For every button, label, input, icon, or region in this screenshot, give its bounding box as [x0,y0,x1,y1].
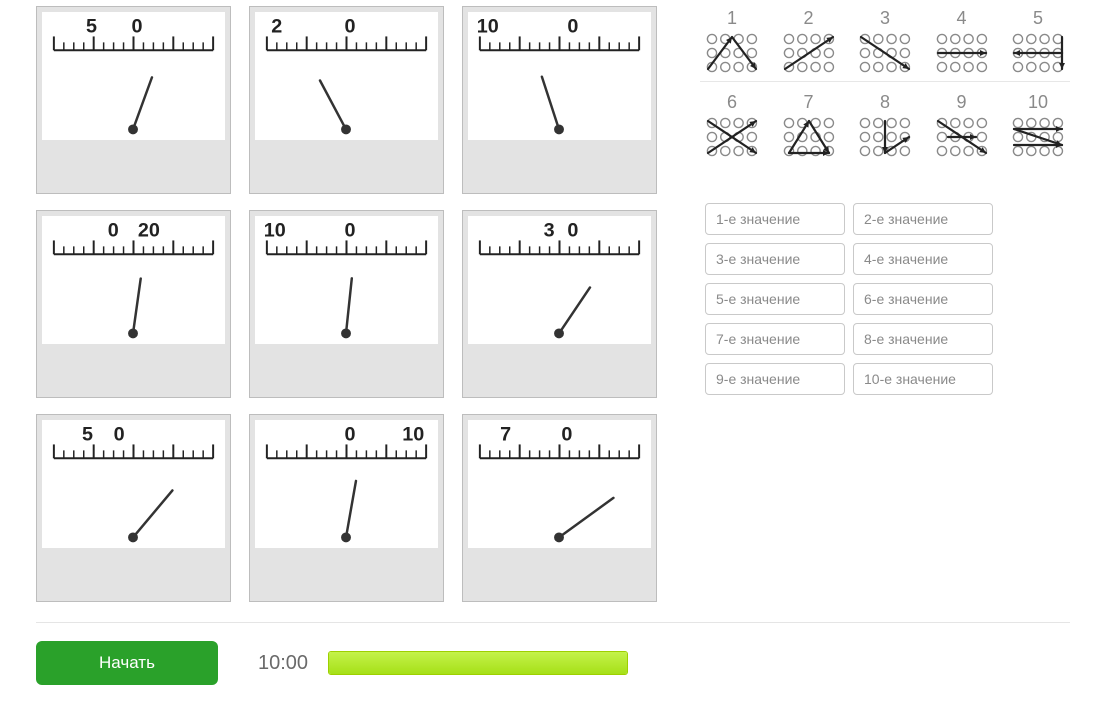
value-input-4[interactable] [853,243,993,275]
gauge-card: 10 0 [249,210,444,398]
gauge-card: 0 20 [36,210,231,398]
svg-text:0: 0 [114,423,125,445]
gauge-card: 50 [36,414,231,602]
value-input-1[interactable] [705,203,845,235]
gauge-svg: 50 [42,12,225,140]
key-number: 4 [930,8,994,29]
svg-text:5: 5 [82,423,93,445]
value-input-9[interactable] [705,363,845,395]
key-number: 6 [700,92,764,113]
value-input-2[interactable] [853,203,993,235]
svg-text:5: 5 [86,15,97,37]
key-row: 6789 10 [700,92,1070,165]
gauge-card: 30 [462,210,657,398]
svg-text:10: 10 [264,219,286,241]
gauge-card: 70 [462,414,657,602]
gauge-svg: 10 0 [468,12,651,140]
key-number: 2 [777,8,841,29]
main-row: 50 20 100 020 100 30 50 010 70 12345 678… [36,6,1070,602]
key-cell: 6 [700,92,764,157]
key-pattern-icon [781,33,837,73]
value-input-5[interactable] [705,283,845,315]
svg-text:7: 7 [500,423,511,445]
value-input-8[interactable] [853,323,993,355]
value-inputs [705,203,1070,395]
key-cell: 3 [853,8,917,73]
key-pattern-icon [857,117,913,157]
svg-text:0: 0 [131,15,142,37]
svg-text:2: 2 [271,15,282,37]
svg-text:20: 20 [138,219,160,241]
key-cell: 9 [930,92,994,157]
key-pattern-icon [857,33,913,73]
value-input-6[interactable] [853,283,993,315]
gauge-svg: 10 0 [255,216,438,344]
key-pattern-icon [934,117,990,157]
value-input-10[interactable] [853,363,993,395]
key-number: 1 [700,8,764,29]
gauge-svg: 70 [468,420,651,548]
gauge-svg: 0 10 [255,420,438,548]
timer-text: 10:00 [258,652,308,675]
gauge-card: 10 0 [462,6,657,194]
page-root: 50 20 100 020 100 30 50 010 70 12345 678… [0,0,1106,714]
key-cell: 10 [1006,92,1070,157]
key-cell: 2 [777,8,841,73]
svg-text:0: 0 [567,219,578,241]
key-number: 10 [1006,92,1070,113]
start-button[interactable]: Начать [36,641,218,685]
key-cell: 8 [853,92,917,157]
key-cell: 1 [700,8,764,73]
progress-bar [328,651,628,675]
gauge-svg: 50 [42,420,225,548]
gauge-card: 50 [36,6,231,194]
key-pattern-icon [781,117,837,157]
key-pattern-icon [934,33,990,73]
key-number: 7 [777,92,841,113]
svg-text:0: 0 [344,15,355,37]
gauge-card: 0 10 [249,414,444,602]
gauge-svg: 30 [468,216,651,344]
gauge-svg: 0 20 [42,216,225,344]
key-cell: 4 [930,8,994,73]
key-pattern-icon [704,117,760,157]
key-number: 8 [853,92,917,113]
key-number: 9 [930,92,994,113]
key-pattern-icon [704,33,760,73]
key-row: 12345 [700,8,1070,82]
svg-text:0: 0 [344,423,355,445]
value-input-3[interactable] [705,243,845,275]
key-number: 5 [1006,8,1070,29]
svg-text:10: 10 [402,423,424,445]
progress-fill [329,652,627,674]
svg-text:3: 3 [544,219,555,241]
key-table: 12345 6789 10 [700,8,1070,165]
svg-text:0: 0 [567,15,578,37]
svg-text:10: 10 [477,15,499,37]
svg-text:0: 0 [561,423,572,445]
value-input-7[interactable] [705,323,845,355]
key-cell: 7 [777,92,841,157]
key-pattern-icon [1010,33,1066,73]
gauge-grid: 50 20 100 020 100 30 50 010 70 [36,6,657,602]
svg-text:0: 0 [344,219,355,241]
gauge-svg: 20 [255,12,438,140]
right-column: 12345 6789 10 [685,6,1070,602]
key-cell: 5 [1006,8,1070,73]
key-pattern-icon [1010,117,1066,157]
gauge-card: 20 [249,6,444,194]
footer-bar: Начать 10:00 [36,622,1070,685]
svg-text:0: 0 [108,219,119,241]
key-number: 3 [853,8,917,29]
